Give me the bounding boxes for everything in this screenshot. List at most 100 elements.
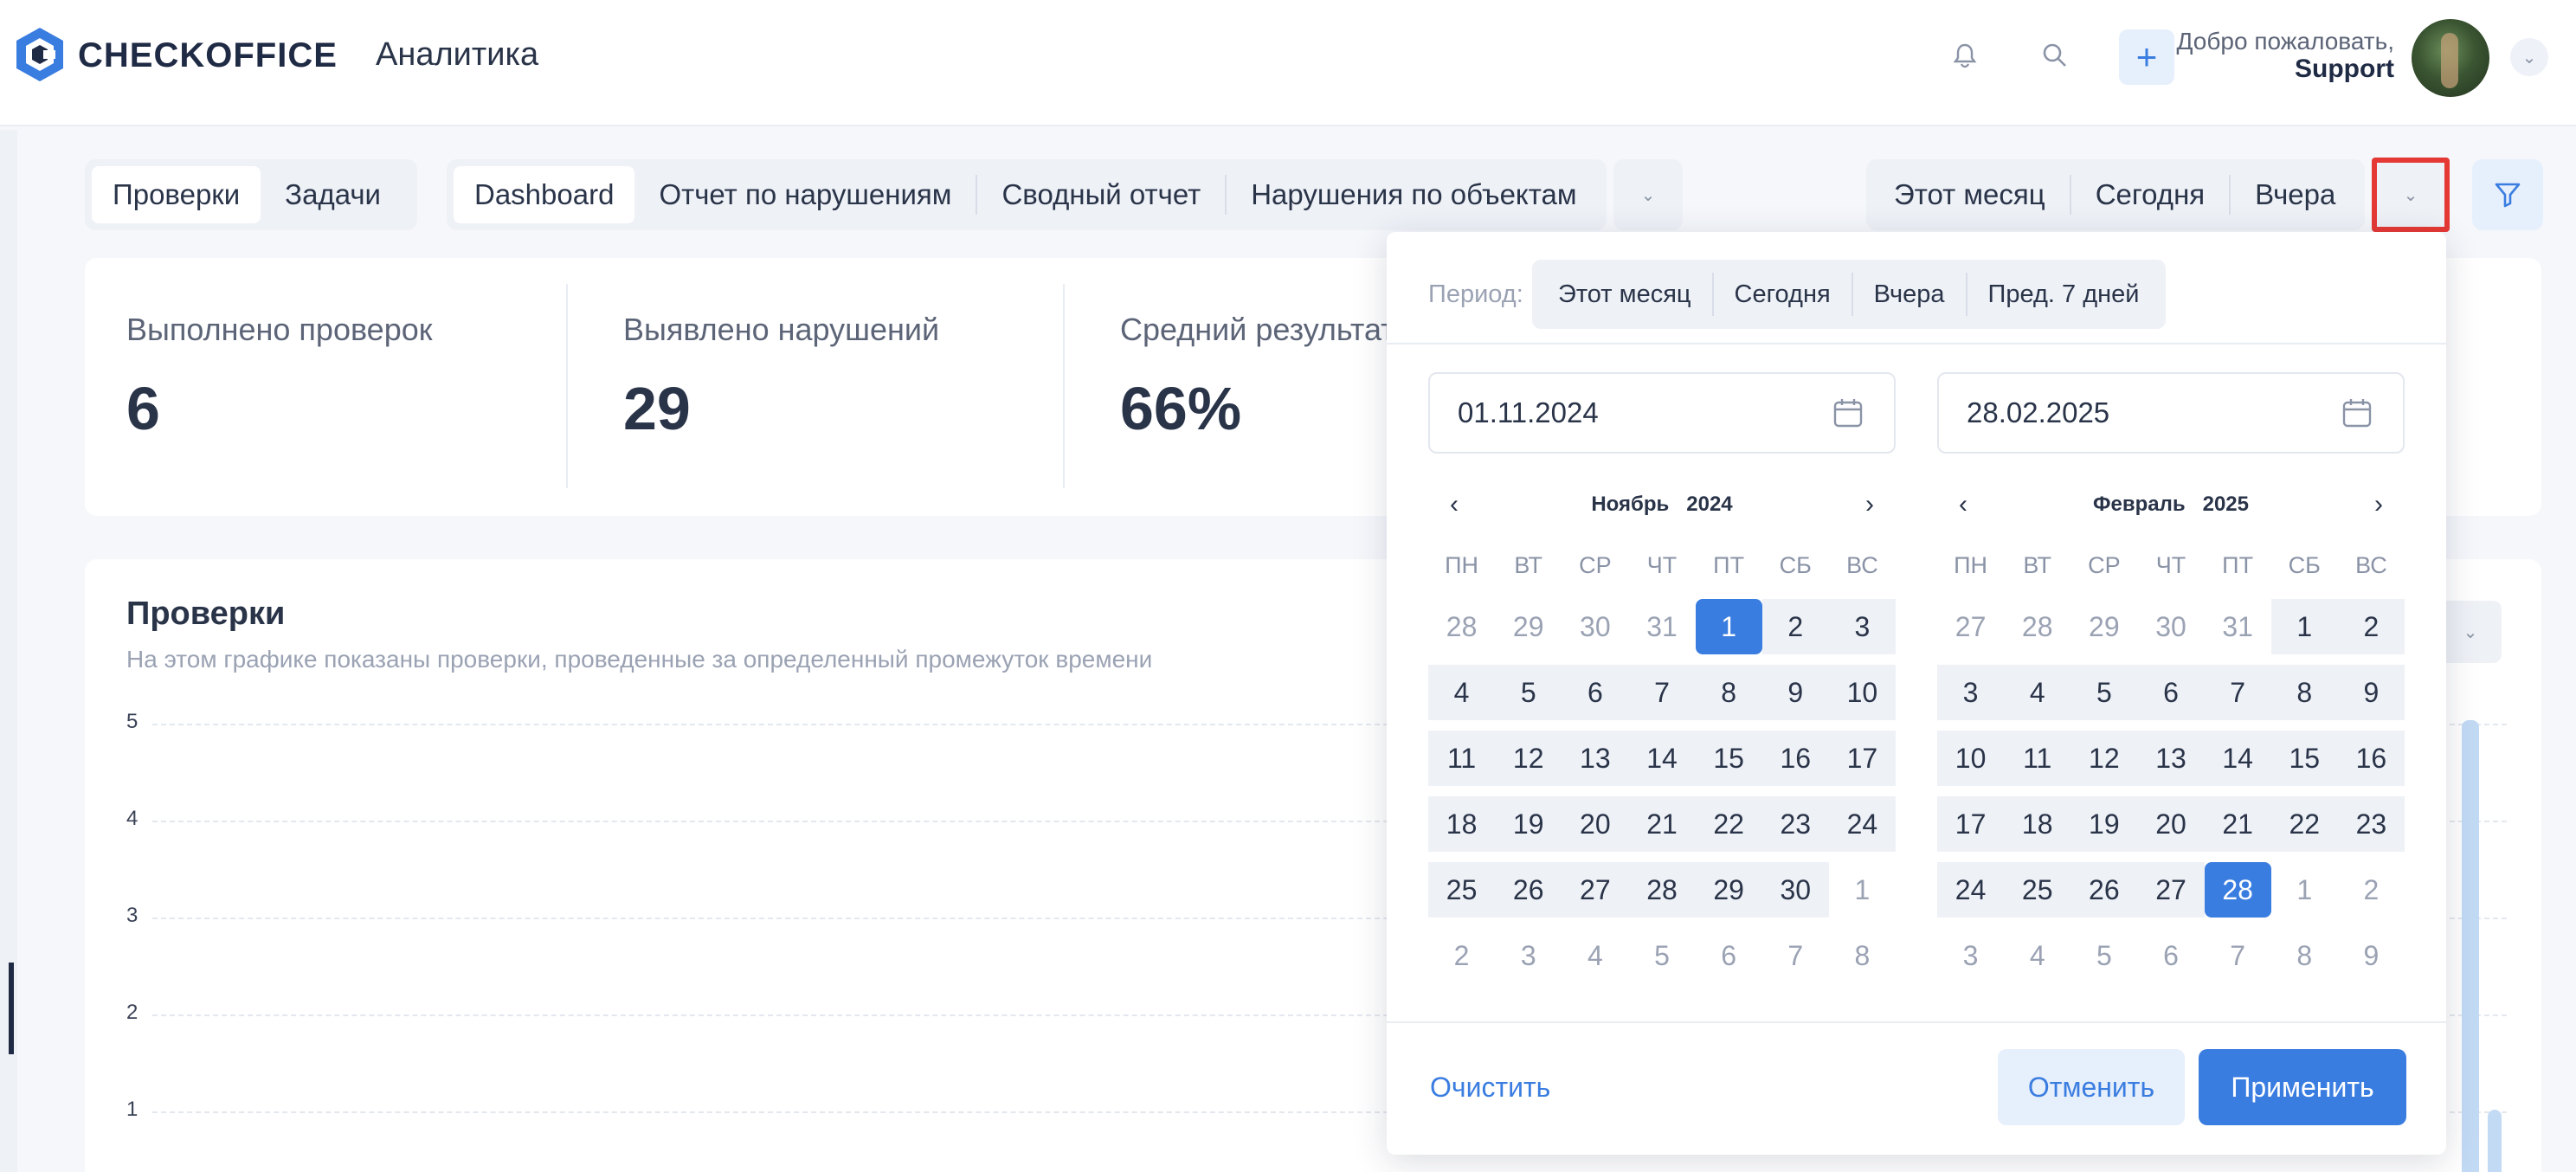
chart-bar[interactable] bbox=[2488, 1110, 2502, 1172]
calendar-day[interactable]: 5 bbox=[2070, 665, 2138, 720]
next-month-button[interactable]: › bbox=[2361, 490, 2396, 519]
calendar-day[interactable]: 25 bbox=[2004, 862, 2071, 918]
calendar-day[interactable]: 11 bbox=[1428, 731, 1496, 786]
calendar-day[interactable]: 8 bbox=[2270, 665, 2338, 720]
calendar-day[interactable]: 7 bbox=[1628, 665, 1696, 720]
brand-name[interactable]: CHECKOFFICE bbox=[78, 36, 338, 75]
calendar-day[interactable]: 4 bbox=[2004, 928, 2070, 983]
search-icon[interactable] bbox=[2038, 38, 2072, 73]
calendar-day[interactable]: 8 bbox=[1695, 665, 1762, 720]
calendar-day[interactable]: 23 bbox=[2337, 796, 2405, 852]
next-month-button[interactable]: › bbox=[1852, 490, 1887, 519]
preset-yesterday[interactable]: Вчера bbox=[1853, 260, 1966, 329]
calendar-day[interactable]: 26 bbox=[2070, 862, 2138, 918]
calendar-day[interactable]: 2 bbox=[2338, 862, 2405, 918]
tab-violations-by-object[interactable]: Нарушения по объектам bbox=[1230, 166, 1597, 223]
calendar-day[interactable]: 26 bbox=[1495, 862, 1562, 918]
calendar-icon[interactable] bbox=[2341, 396, 2373, 429]
calendar-day[interactable]: 20 bbox=[1562, 796, 1629, 852]
tab-violations-report[interactable]: Отчет по нарушениям bbox=[638, 166, 972, 223]
calendar-day[interactable]: 6 bbox=[2137, 928, 2204, 983]
calendar-day[interactable]: 13 bbox=[2137, 731, 2205, 786]
calendar-day[interactable]: 7 bbox=[2204, 665, 2271, 720]
calendar-day[interactable]: 19 bbox=[2070, 796, 2138, 852]
calendar-day[interactable]: 29 bbox=[2070, 599, 2137, 654]
calendar-day[interactable]: 28 bbox=[1428, 599, 1495, 654]
calendar-day[interactable]: 30 bbox=[1761, 862, 1829, 918]
start-date-input[interactable]: 01.11.2024 bbox=[1428, 372, 1896, 454]
calendar-day[interactable]: 19 bbox=[1495, 796, 1562, 852]
calendar-day[interactable]: 25 bbox=[1428, 862, 1496, 918]
calendar-day[interactable]: 5 bbox=[2070, 928, 2137, 983]
calendar-day[interactable]: 11 bbox=[2004, 731, 2071, 786]
calendar-day[interactable]: 10 bbox=[1828, 665, 1896, 720]
calendar-day[interactable]: 21 bbox=[1628, 796, 1696, 852]
calendar-day[interactable]: 9 bbox=[1761, 665, 1829, 720]
period-this-month[interactable]: Этот месяц bbox=[1873, 166, 2066, 223]
prev-month-button[interactable]: ‹ bbox=[1437, 490, 1472, 519]
calendar-day[interactable]: 9 bbox=[2337, 665, 2405, 720]
cancel-button[interactable]: Отменить bbox=[1998, 1049, 2185, 1125]
calendar-day[interactable]: 2 bbox=[2337, 599, 2405, 654]
calendar-day[interactable]: 3 bbox=[1495, 928, 1562, 983]
calendar-day[interactable]: 1 bbox=[2271, 862, 2338, 918]
calendar-day[interactable]: 14 bbox=[2204, 731, 2271, 786]
end-date-input[interactable]: 28.02.2025 bbox=[1937, 372, 2405, 454]
calendar-day[interactable]: 12 bbox=[2070, 731, 2138, 786]
calendar-day[interactable]: 3 bbox=[1828, 599, 1896, 654]
calendar-day[interactable]: 31 bbox=[2205, 599, 2271, 654]
calendar-day[interactable]: 16 bbox=[1761, 731, 1829, 786]
calendar-day[interactable]: 13 bbox=[1562, 731, 1629, 786]
calendar-day[interactable]: 15 bbox=[1695, 731, 1762, 786]
bell-icon[interactable] bbox=[1948, 38, 1982, 73]
period-today[interactable]: Сегодня bbox=[2075, 166, 2225, 223]
prev-month-button[interactable]: ‹ bbox=[1946, 490, 1980, 519]
calendar-day[interactable]: 1 bbox=[1829, 862, 1896, 918]
preset-this-month[interactable]: Этот месяц bbox=[1537, 260, 1712, 329]
filter-button[interactable] bbox=[2472, 159, 2543, 230]
calendar-day[interactable]: 3 bbox=[1937, 928, 2004, 983]
calendar-day[interactable]: 29 bbox=[1495, 599, 1562, 654]
preset-today[interactable]: Сегодня bbox=[1714, 260, 1852, 329]
calendar-day[interactable]: 4 bbox=[1428, 665, 1496, 720]
calendar-day[interactable]: 4 bbox=[1562, 928, 1628, 983]
period-yesterday[interactable]: Вчера bbox=[2234, 166, 2356, 223]
avatar[interactable] bbox=[2412, 19, 2489, 97]
calendar-day[interactable]: 7 bbox=[2205, 928, 2271, 983]
calendar-day[interactable]: 2 bbox=[1428, 928, 1495, 983]
user-name[interactable]: Support bbox=[2177, 55, 2394, 83]
calendar-day[interactable]: 27 bbox=[1562, 862, 1629, 918]
calendar-day-selected[interactable]: 28 bbox=[2204, 862, 2271, 918]
calendar-day[interactable]: 27 bbox=[2137, 862, 2205, 918]
preset-last-7-days[interactable]: Пред. 7 дней bbox=[1967, 260, 2161, 329]
calendar-day[interactable]: 24 bbox=[1828, 796, 1896, 852]
calendar-day[interactable]: 28 bbox=[1628, 862, 1696, 918]
calendar-icon[interactable] bbox=[1832, 396, 1864, 429]
calendar-day[interactable]: 27 bbox=[1937, 599, 2004, 654]
calendar-day[interactable]: 2 bbox=[1761, 599, 1829, 654]
calendar-day[interactable]: 15 bbox=[2270, 731, 2338, 786]
calendar-day[interactable]: 31 bbox=[1628, 599, 1695, 654]
calendar-day[interactable]: 6 bbox=[2137, 665, 2205, 720]
chart-options-button[interactable]: ⌄ bbox=[2439, 601, 2502, 663]
calendar-day[interactable]: 30 bbox=[1562, 599, 1628, 654]
calendar-day[interactable]: 17 bbox=[1937, 796, 2005, 852]
calendar-day[interactable]: 30 bbox=[2137, 599, 2204, 654]
calendar-day[interactable]: 22 bbox=[2270, 796, 2338, 852]
tab-inspections[interactable]: Проверки bbox=[92, 166, 261, 223]
calendar-day[interactable]: 10 bbox=[1937, 731, 2005, 786]
calendar-day-selected[interactable]: 1 bbox=[1695, 599, 1762, 654]
calendar-day[interactable]: 8 bbox=[2271, 928, 2338, 983]
more-tabs-button[interactable]: ⌄ bbox=[1613, 159, 1683, 230]
tab-summary-report[interactable]: Сводный отчет bbox=[981, 166, 1221, 223]
calendar-day[interactable]: 18 bbox=[1428, 796, 1496, 852]
calendar-day[interactable]: 21 bbox=[2204, 796, 2271, 852]
calendar-day[interactable]: 3 bbox=[1937, 665, 2005, 720]
calendar-day[interactable]: 1 bbox=[2270, 599, 2338, 654]
calendar-day[interactable]: 9 bbox=[2338, 928, 2405, 983]
tab-dashboard[interactable]: Dashboard bbox=[454, 166, 635, 223]
calendar-day[interactable]: 8 bbox=[1829, 928, 1896, 983]
calendar-day[interactable]: 16 bbox=[2337, 731, 2405, 786]
calendar-day[interactable]: 6 bbox=[1562, 665, 1629, 720]
calendar-day[interactable]: 28 bbox=[2004, 599, 2070, 654]
